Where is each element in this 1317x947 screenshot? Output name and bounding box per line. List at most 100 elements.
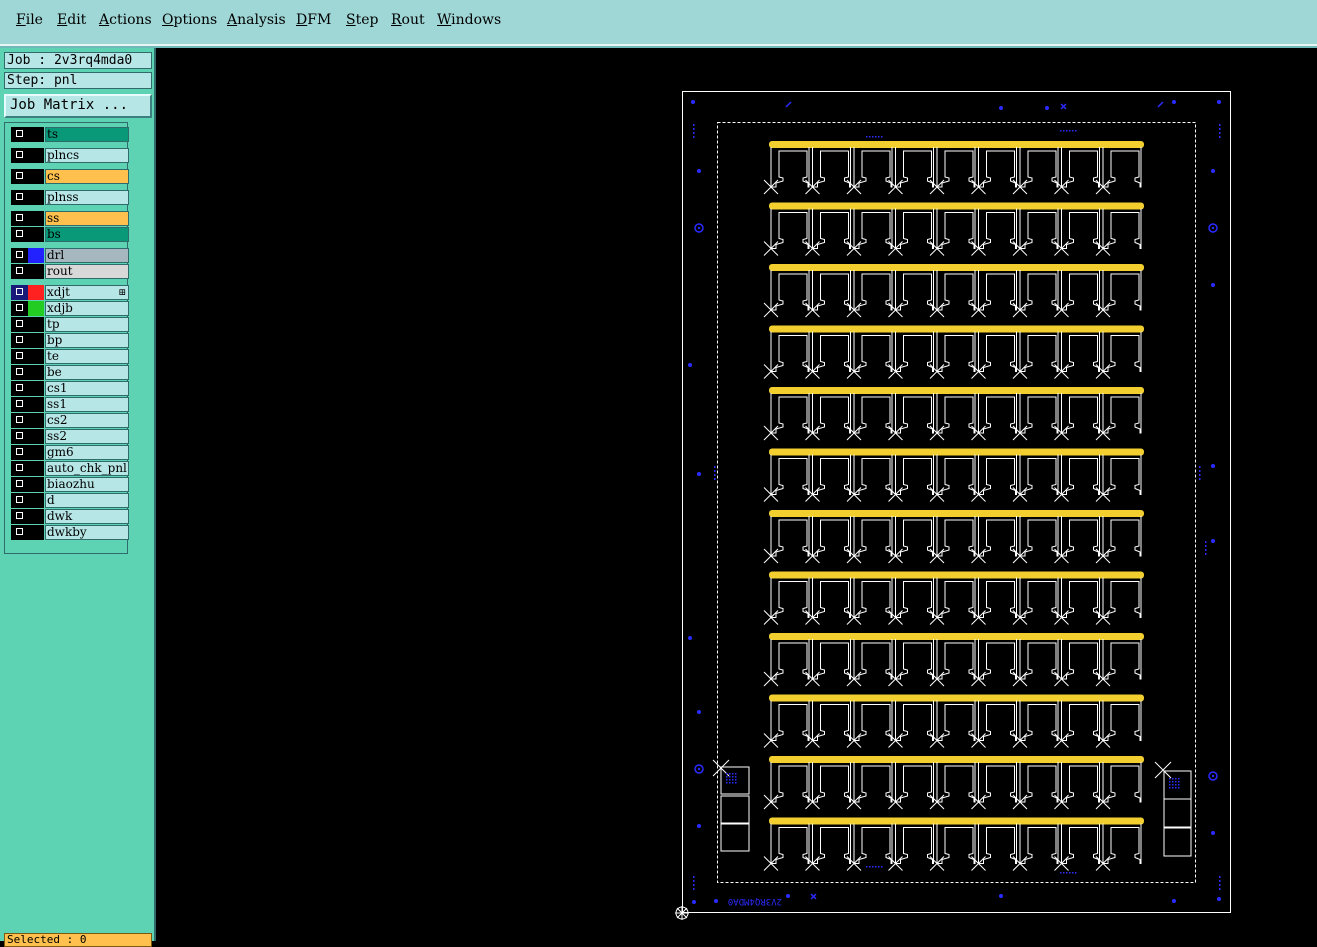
layer-name[interactable]: biaozhu — [45, 477, 129, 492]
layer-visibility-checkbox[interactable] — [11, 285, 28, 300]
menu-step[interactable]: Step — [346, 12, 378, 28]
layer-row-gm6[interactable]: gm6 — [11, 445, 129, 460]
layer-name[interactable]: bp — [45, 333, 129, 348]
layer-color-swatch[interactable] — [28, 169, 44, 184]
layer-name[interactable]: ss — [45, 211, 129, 226]
menu-windows[interactable]: Windows — [437, 12, 501, 28]
menu-analysis[interactable]: Analysis — [227, 12, 286, 28]
layer-name[interactable]: xdjt ⊞ — [45, 285, 129, 300]
layer-row-ss[interactable]: ss — [11, 211, 129, 226]
graphics-canvas[interactable]: 2V3RQ4MDA0 — [156, 48, 1317, 941]
layer-visibility-checkbox[interactable] — [11, 169, 28, 184]
layer-name[interactable]: d — [45, 493, 129, 508]
layer-color-swatch[interactable] — [28, 413, 44, 428]
layer-row-cs2[interactable]: cs2 — [11, 413, 129, 428]
menu-options[interactable]: Options — [162, 12, 217, 28]
menu-actions[interactable]: Actions — [99, 12, 152, 28]
layer-color-swatch[interactable] — [28, 461, 44, 476]
layer-color-swatch[interactable] — [28, 381, 44, 396]
menu-file[interactable]: File — [16, 12, 43, 28]
layer-row-dwkby[interactable]: dwkby — [11, 525, 129, 540]
layer-name[interactable]: te — [45, 349, 129, 364]
layer-visibility-checkbox[interactable] — [11, 127, 28, 142]
layer-color-swatch[interactable] — [28, 397, 44, 412]
layer-row-xdjb[interactable]: xdjb — [11, 301, 129, 316]
menu-dfm[interactable]: DFM — [296, 12, 331, 28]
layer-name[interactable]: ss2 — [45, 429, 129, 444]
layer-color-swatch[interactable] — [28, 525, 44, 540]
layer-name[interactable]: be — [45, 365, 129, 380]
layer-row-dwk[interactable]: dwk — [11, 509, 129, 524]
layer-color-swatch[interactable] — [28, 317, 44, 332]
layer-visibility-checkbox[interactable] — [11, 509, 28, 524]
layer-name[interactable]: cs2 — [45, 413, 129, 428]
layer-row-plncs[interactable]: plncs — [11, 148, 129, 163]
layer-visibility-checkbox[interactable] — [11, 461, 28, 476]
layer-color-swatch[interactable] — [28, 211, 44, 226]
layer-row-cs1[interactable]: cs1 — [11, 381, 129, 396]
layer-visibility-checkbox[interactable] — [11, 365, 28, 380]
menu-rout[interactable]: Rout — [391, 12, 425, 28]
layer-color-swatch[interactable] — [28, 429, 44, 444]
layer-visibility-checkbox[interactable] — [11, 477, 28, 492]
layer-name[interactable]: bs — [45, 227, 129, 242]
layer-row-cs[interactable]: cs — [11, 169, 129, 184]
layer-name[interactable]: cs — [45, 169, 129, 184]
layer-name[interactable]: tp — [45, 317, 129, 332]
layer-visibility-checkbox[interactable] — [11, 211, 28, 226]
layer-name[interactable]: plncs — [45, 148, 129, 163]
layer-color-swatch[interactable] — [28, 349, 44, 364]
layer-color-swatch[interactable] — [28, 248, 44, 263]
layer-name[interactable]: dwk — [45, 509, 129, 524]
layer-color-swatch[interactable] — [28, 333, 44, 348]
layer-row-te[interactable]: te — [11, 349, 129, 364]
layer-visibility-checkbox[interactable] — [11, 493, 28, 508]
layer-name[interactable]: cs1 — [45, 381, 129, 396]
layer-row-ss2[interactable]: ss2 — [11, 429, 129, 444]
layer-row-biaozhu[interactable]: biaozhu — [11, 477, 129, 492]
layer-row-ss1[interactable]: ss1 — [11, 397, 129, 412]
layer-visibility-checkbox[interactable] — [11, 445, 28, 460]
menu-edit[interactable]: Edit — [57, 12, 86, 28]
layer-visibility-checkbox[interactable] — [11, 317, 28, 332]
layer-color-swatch[interactable] — [28, 493, 44, 508]
layer-visibility-checkbox[interactable] — [11, 148, 28, 163]
layer-color-swatch[interactable] — [28, 301, 44, 316]
layer-name[interactable]: auto_chk_pnl — [45, 461, 129, 476]
layer-visibility-checkbox[interactable] — [11, 301, 28, 316]
layer-name[interactable]: rout — [45, 264, 129, 279]
layer-color-swatch[interactable] — [28, 445, 44, 460]
layer-visibility-checkbox[interactable] — [11, 333, 28, 348]
layer-name[interactable]: drl — [45, 248, 129, 263]
layer-visibility-checkbox[interactable] — [11, 248, 28, 263]
layer-name[interactable]: xdjb — [45, 301, 129, 316]
layer-name[interactable]: ss1 — [45, 397, 129, 412]
layer-color-swatch[interactable] — [28, 227, 44, 242]
layer-visibility-checkbox[interactable] — [11, 381, 28, 396]
job-matrix-button[interactable]: Job Matrix ... — [4, 94, 152, 118]
layer-row-bs[interactable]: bs — [11, 227, 129, 242]
layer-row-plnss[interactable]: plnss — [11, 190, 129, 205]
layer-row-d[interactable]: d — [11, 493, 129, 508]
layer-visibility-checkbox[interactable] — [11, 227, 28, 242]
layer-color-swatch[interactable] — [28, 509, 44, 524]
layer-visibility-checkbox[interactable] — [11, 264, 28, 279]
layer-row-rout[interactable]: rout — [11, 264, 129, 279]
layer-color-swatch[interactable] — [28, 190, 44, 205]
layer-color-swatch[interactable] — [28, 127, 44, 142]
layer-visibility-checkbox[interactable] — [11, 397, 28, 412]
layer-color-swatch[interactable] — [28, 285, 44, 300]
layer-row-tp[interactable]: tp — [11, 317, 129, 332]
layer-color-swatch[interactable] — [28, 264, 44, 279]
layer-color-swatch[interactable] — [28, 477, 44, 492]
layer-visibility-checkbox[interactable] — [11, 429, 28, 444]
layer-row-drl[interactable]: drl — [11, 248, 129, 263]
layer-row-auto-chk-pnl[interactable]: auto_chk_pnl — [11, 461, 129, 476]
layer-name[interactable]: dwkby — [45, 525, 129, 540]
layer-visibility-checkbox[interactable] — [11, 190, 28, 205]
layer-name[interactable]: ts — [45, 127, 129, 142]
layer-visibility-checkbox[interactable] — [11, 413, 28, 428]
layer-visibility-checkbox[interactable] — [11, 349, 28, 364]
layer-color-swatch[interactable] — [28, 365, 44, 380]
layer-color-swatch[interactable] — [28, 148, 44, 163]
